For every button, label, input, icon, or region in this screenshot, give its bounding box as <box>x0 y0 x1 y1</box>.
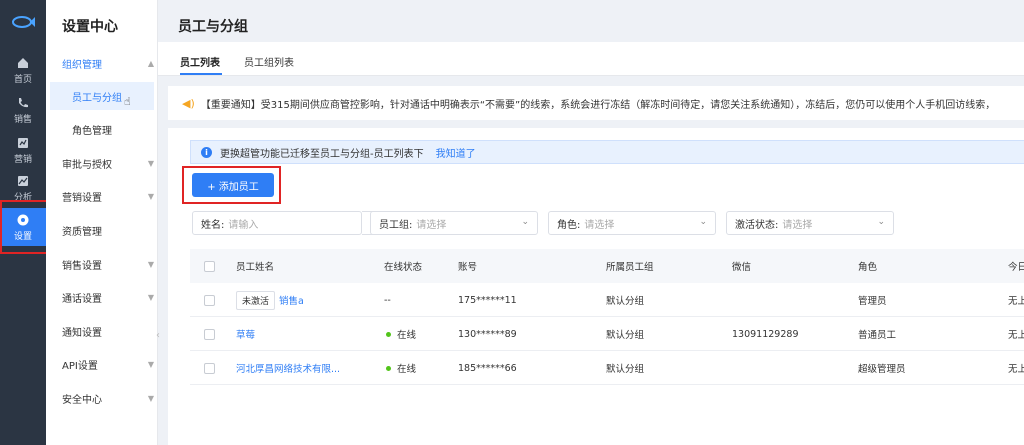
chart-icon <box>18 175 28 186</box>
col-header-today: 今日 <box>1008 262 1024 273</box>
tab-bar: 员工列表 员工组列表 <box>158 42 1024 76</box>
submenu-notify-settings[interactable]: 通知设置 <box>62 324 154 339</box>
rail-item-label: 销售 <box>13 114 32 125</box>
page-title: 员工与分组 <box>178 19 248 35</box>
fish-logo-icon[interactable] <box>8 10 38 34</box>
table-row: 未激活 销售a -- 175******11 默认分组 管理员 无上 <box>190 283 1024 317</box>
row-checkbox[interactable] <box>204 294 215 306</box>
col-header-wechat: 微信 <box>732 262 752 273</box>
caret-up-icon: ▲ <box>147 59 154 68</box>
online-dot-icon <box>386 365 391 371</box>
submenu-qualification[interactable]: 资质管理 <box>62 223 154 238</box>
inactive-tag: 未激活 <box>236 290 276 310</box>
wechat-cell: 13091129289 <box>732 328 799 340</box>
info-icon: i <box>201 146 212 158</box>
group-filter-select[interactable]: 员工组: 请选择 ⌄ <box>370 211 538 235</box>
table-row: 河北厚昌网络技术有限... 在线 185******66 默认分组 超级管理员 … <box>190 351 1024 385</box>
caret-down-icon: ▼ <box>147 360 154 369</box>
notice-banner: ◀) 【重要通知】受315期间供应商管控影响，针对通话中明确表示“不需要”的线索… <box>168 86 1024 120</box>
staff-name-link[interactable]: 河北厚昌网络技术有限... <box>236 361 340 375</box>
notice-text: 【重要通知】受315期间供应商管控影响，针对通话中明确表示“不需要”的线索，系统… <box>200 99 996 111</box>
submenu-role-management[interactable]: 角色管理 <box>50 115 154 143</box>
staff-panel: i 更换超管功能已迁移至员工与分组-员工列表下 我知道了 + 添加员工 姓名: … <box>168 128 1024 445</box>
role-cell: 超级管理员 <box>858 364 906 375</box>
caret-down-icon: ▼ <box>147 159 154 168</box>
info-bar: i 更换超管功能已迁移至员工与分组-员工列表下 我知道了 <box>190 140 1024 164</box>
today-cell: 无上 <box>1008 296 1024 307</box>
submenu-call-settings[interactable]: 通话设置 ▼ <box>62 290 154 305</box>
name-filter-input[interactable]: 姓名: 请输入 <box>192 211 362 235</box>
rail-item-home[interactable]: 首页 <box>0 50 46 90</box>
caret-down-icon: ▼ <box>147 394 154 403</box>
col-header-role: 角色 <box>858 262 878 273</box>
rail-item-marketing[interactable]: 营销 <box>0 130 46 170</box>
submenu-sales-settings[interactable]: 销售设置 ▼ <box>62 257 154 272</box>
col-header-status: 在线状态 <box>384 262 423 273</box>
info-text: 更换超管功能已迁移至员工与分组-员工列表下 <box>220 148 424 160</box>
speaker-icon: ◀) <box>182 96 195 110</box>
group-cell: 默认分组 <box>606 330 645 341</box>
caret-down-icon: ▼ <box>147 293 154 302</box>
rail-item-label: 营销 <box>13 154 32 165</box>
main-content: 员工与分组 员工列表 员工组列表 ◀) 【重要通知】受315期间供应商管控影响，… <box>158 0 1024 445</box>
row-checkbox[interactable] <box>204 328 215 340</box>
group-cell: 默认分组 <box>606 296 645 307</box>
caret-down-icon: ▼ <box>147 260 154 269</box>
marketing-icon <box>18 137 28 148</box>
account-cell: 175******11 <box>458 294 517 306</box>
tab-staff-list[interactable]: 员工列表 <box>180 54 220 69</box>
tab-group-list[interactable]: 员工组列表 <box>244 54 294 69</box>
role-cell: 普通员工 <box>858 330 897 341</box>
today-cell: 无上 <box>1008 364 1024 375</box>
role-filter-select[interactable]: 角色: 请选择 ⌄ <box>548 211 716 235</box>
rail-item-label: 首页 <box>13 74 32 85</box>
settings-submenu: 设置中心 组织管理 ▲ 员工与分组 ☝ 角色管理 审批与授权 ▼ 营销设置 ▼ 资质管… <box>46 0 158 445</box>
online-dot-icon <box>386 331 391 337</box>
staff-name-link[interactable]: 草莓 <box>236 327 255 341</box>
submenu-org-management[interactable]: 组织管理 ▲ <box>62 56 154 71</box>
highlight-box-add <box>182 166 281 204</box>
select-all-checkbox[interactable] <box>204 260 215 272</box>
caret-down-icon: ▼ <box>147 192 154 201</box>
table-header: 员工姓名 在线状态 账号 所属员工组 微信 角色 今日 <box>190 249 1024 283</box>
online-status: -- <box>384 294 391 306</box>
role-cell: 管理员 <box>858 296 887 307</box>
active-tab-indicator <box>180 73 222 75</box>
account-cell: 185******66 <box>458 362 517 374</box>
phone-icon <box>19 97 28 107</box>
status-filter-select[interactable]: 激活状态: 请选择 ⌄ <box>726 211 894 235</box>
chevron-down-icon: ⌄ <box>521 217 529 227</box>
online-status: 在线 <box>397 330 417 341</box>
hand-cursor-icon: ☝ <box>124 94 131 108</box>
home-icon <box>18 57 28 68</box>
submenu-api-settings[interactable]: API设置 ▼ <box>62 357 154 372</box>
today-cell: 无上 <box>1008 330 1024 341</box>
col-header-name: 员工姓名 <box>236 262 275 273</box>
col-header-group: 所属员工组 <box>606 262 654 273</box>
submenu-security[interactable]: 安全中心 ▼ <box>62 391 154 406</box>
rail-item-sales[interactable]: 销售 <box>0 90 46 130</box>
table-row: 草莓 在线 130******89 默认分组 13091129289 普通员工 … <box>190 317 1024 351</box>
chevron-down-icon: ⌄ <box>699 217 707 227</box>
row-checkbox[interactable] <box>204 362 215 374</box>
submenu-staff-groups[interactable]: 员工与分组 ☝ <box>50 82 154 110</box>
group-cell: 默认分组 <box>606 364 645 375</box>
submenu-marketing-settings[interactable]: 营销设置 ▼ <box>62 189 154 204</box>
online-status: 在线 <box>397 364 417 375</box>
staff-name-link[interactable]: 销售a <box>279 293 304 307</box>
chevron-down-icon: ⌄ <box>877 217 885 227</box>
col-header-account: 账号 <box>458 262 478 273</box>
submenu-approval[interactable]: 审批与授权 ▼ <box>62 156 154 171</box>
account-cell: 130******89 <box>458 328 517 340</box>
submenu-title: 设置中心 <box>62 19 118 35</box>
dismiss-info-link[interactable]: 我知道了 <box>436 145 476 160</box>
